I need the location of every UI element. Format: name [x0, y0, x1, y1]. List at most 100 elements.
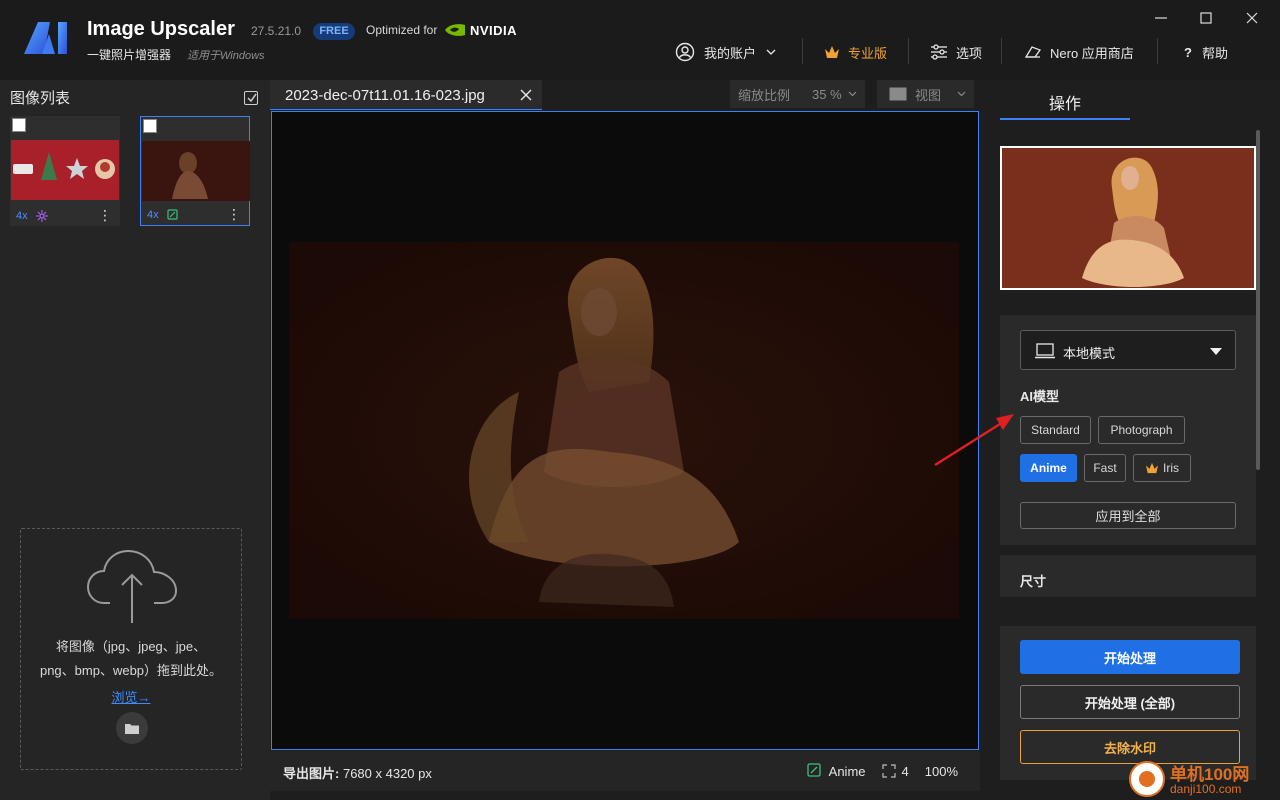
view-control[interactable]: 视图 — [877, 80, 974, 108]
maximize-button[interactable] — [1191, 6, 1221, 30]
image-thumbnail-selected[interactable]: 4x ⋮ — [140, 116, 250, 226]
ai-model-label: AI模型 — [1020, 389, 1060, 404]
options-button[interactable]: 选项 — [930, 38, 982, 66]
image-list-title: 图像列表 — [10, 90, 71, 107]
app-logo-icon — [24, 22, 67, 54]
file-tab[interactable]: 2023-dec-07t11.01.16-023.jpg — [270, 80, 542, 110]
site-watermark: 单机100网 danji100.com — [1126, 758, 1280, 800]
maximize-icon — [1200, 12, 1212, 24]
nvidia-logo: NVIDIA — [444, 21, 517, 39]
app-version: 27.5.21.0 — [251, 24, 302, 38]
thumbnail-figure-image — [142, 141, 250, 201]
app-title: Image Upscaler — [87, 18, 235, 40]
help-button[interactable]: ? 帮助 — [1184, 38, 1228, 66]
image-canvas[interactable] — [271, 111, 979, 750]
crown-icon — [825, 46, 839, 58]
preview-image — [289, 242, 959, 619]
apply-all-button[interactable]: 应用到全部 — [1020, 502, 1236, 529]
model-anime-button[interactable]: Anime — [1020, 454, 1077, 482]
pro-version-button[interactable]: 专业版 — [824, 38, 887, 66]
status-summary: Anime 4 100% — [807, 763, 958, 779]
account-label: 我的账户 — [704, 45, 757, 61]
drop-line-1: 将图像（jpg、jpeg、jpe、 — [55, 639, 207, 654]
anime-icon — [807, 763, 821, 777]
drop-line-2: png、bmp、webp）拖到此处。 — [39, 663, 223, 678]
optimized-label: Optimized for — [366, 23, 438, 37]
drop-zone[interactable]: 将图像（jpg、jpeg、jpe、 png、bmp、webp）拖到此处。 浏览→ — [20, 528, 242, 770]
browse-link[interactable]: 浏览→ — [21, 687, 241, 706]
open-folder-button[interactable] — [116, 712, 148, 744]
free-badge: FREE — [313, 23, 355, 40]
watermark-logo-icon — [1129, 761, 1165, 797]
minimize-button[interactable] — [1146, 6, 1176, 30]
start-processing-button[interactable]: 开始处理 — [1020, 640, 1240, 674]
thumbnail-christmas-image — [11, 140, 119, 200]
image-thumbnail[interactable]: 4x ⋮ — [10, 116, 120, 226]
size-label: 尺寸 — [1020, 574, 1047, 589]
thumbnail-scale: 4x — [147, 209, 159, 221]
model-photograph-button[interactable]: Photograph — [1098, 416, 1185, 444]
sparkle-icon — [35, 210, 48, 222]
zoom-control[interactable]: 缩放比例 35 % — [730, 80, 865, 108]
select-all-checkbox[interactable] — [244, 91, 258, 105]
model-iris-label: Iris — [1163, 461, 1179, 475]
help-icon: ? — [1184, 44, 1192, 60]
status-quality: 100% — [924, 763, 958, 779]
minimize-icon — [1155, 17, 1167, 19]
help-label: 帮助 — [1201, 45, 1228, 61]
preview-figure-image — [1002, 148, 1254, 288]
zoom-label: 缩放比例 — [738, 87, 791, 103]
model-iris-button[interactable]: Iris — [1133, 454, 1191, 482]
export-size: 7680 x 4320 px — [342, 766, 432, 781]
status-bar: 导出图片: 7680 x 4320 px Anime 4 100% — [270, 751, 980, 791]
caret-down-icon — [1210, 348, 1222, 355]
file-tab-label: 2023-dec-07t11.01.16-023.jpg — [285, 87, 485, 104]
tab-operations[interactable]: 操作 — [1000, 90, 1130, 120]
store-label: Nero 应用商店 — [1050, 45, 1134, 61]
model-fast-button[interactable]: Fast — [1084, 454, 1126, 482]
mode-label: 本地模式 — [1063, 346, 1116, 361]
view-label: 视图 — [915, 87, 942, 103]
close-window-button[interactable] — [1237, 6, 1267, 30]
app-platform: 适用于Windows — [187, 50, 265, 62]
thumbnail-footer: 4x — [147, 209, 179, 221]
pro-label: 专业版 — [848, 45, 888, 61]
status-model: Anime — [828, 763, 866, 779]
close-tab-icon[interactable] — [518, 87, 534, 103]
nav-divider — [1001, 38, 1002, 64]
preview-thumbnail — [1000, 146, 1256, 290]
laptop-icon — [1035, 343, 1055, 359]
nvidia-eye-icon — [445, 24, 465, 36]
start-all-button[interactable]: 开始处理 (全部) — [1020, 685, 1240, 719]
thumbnail-footer: 4x — [16, 210, 48, 222]
export-label: 导出图片: — [283, 766, 340, 781]
file-tab-bar: 2023-dec-07t11.01.16-023.jpg — [270, 80, 978, 110]
more-options-icon[interactable]: ⋮ — [98, 208, 112, 222]
cloud-upload-icon — [86, 549, 178, 623]
nav-divider — [802, 38, 803, 64]
chevron-down-icon — [848, 91, 857, 97]
nav-divider — [908, 38, 909, 64]
store-button[interactable]: Nero 应用商店 — [1024, 38, 1134, 66]
drop-instructions: 将图像（jpg、jpeg、jpe、 png、bmp、webp）拖到此处。 — [21, 635, 241, 683]
scrollbar[interactable] — [1256, 130, 1260, 470]
model-standard-button[interactable]: Standard — [1020, 416, 1091, 444]
status-scale: 4 — [901, 763, 909, 779]
more-options-icon[interactable]: ⋮ — [227, 207, 241, 221]
options-label: 选项 — [956, 45, 983, 61]
nvidia-label: NVIDIA — [470, 22, 518, 38]
thumbnail-checkbox[interactable] — [143, 119, 157, 133]
account-menu[interactable]: 我的账户 — [675, 38, 776, 66]
app-subtitle: 一键照片增强器 — [87, 48, 172, 62]
size-section[interactable]: 尺寸 — [1000, 555, 1256, 597]
folder-icon — [125, 723, 139, 734]
thumbnail-checkbox[interactable] — [12, 118, 26, 132]
close-icon — [1246, 12, 1258, 24]
export-info: 导出图片: 7680 x 4320 px — [283, 763, 432, 782]
sliders-icon — [931, 44, 947, 60]
mode-dropdown[interactable]: 本地模式 — [1020, 330, 1236, 370]
settings-panel: 本地模式 AI模型 Standard Photograph Anime Fast… — [1000, 315, 1256, 545]
chevron-down-icon — [957, 91, 966, 97]
expand-icon — [881, 764, 896, 778]
user-icon — [675, 42, 695, 62]
